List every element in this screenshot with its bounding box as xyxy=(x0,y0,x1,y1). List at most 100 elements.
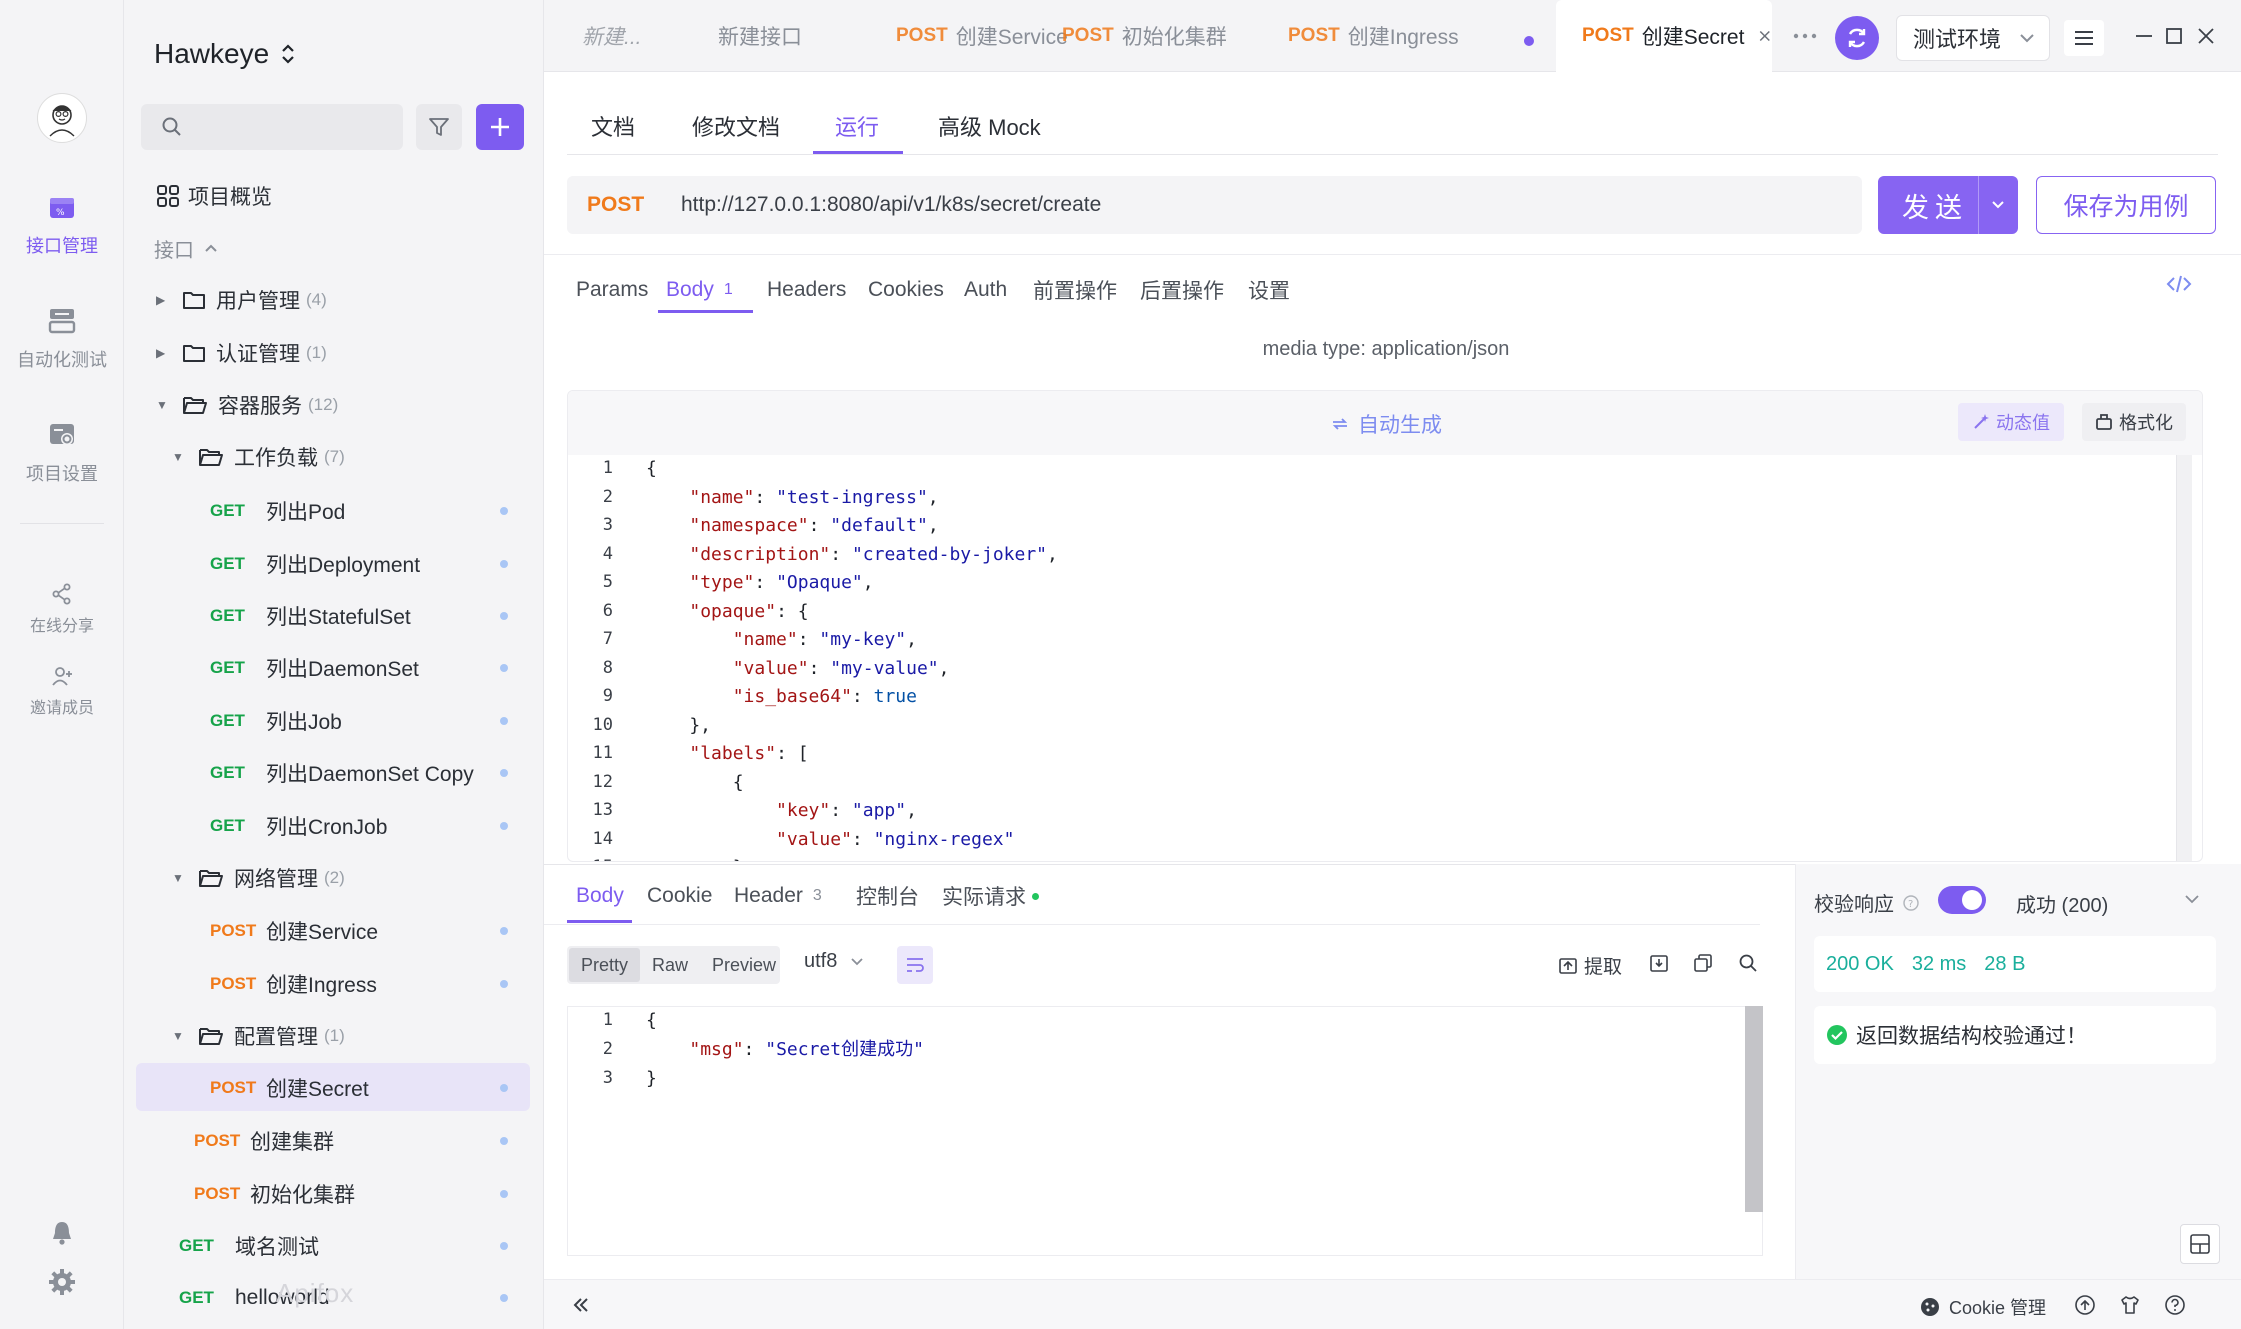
code-line[interactable]: 11 "labels": [ xyxy=(568,740,2202,767)
tab-new-api[interactable]: 新建接口 xyxy=(674,0,844,72)
resp-tab-body[interactable]: Body xyxy=(576,876,624,916)
tab-body[interactable]: Body 1 xyxy=(666,268,733,312)
code-line[interactable]: 2 "name": "test-ingress", xyxy=(568,484,2202,511)
nav-automation-test[interactable]: 自动化测试 xyxy=(0,306,124,372)
api-item-active[interactable]: POST 创建Secret xyxy=(210,1066,508,1110)
chevron-down-icon[interactable] xyxy=(2182,890,2202,908)
code-line[interactable]: 12 { xyxy=(568,769,2202,796)
tab-auth[interactable]: Auth xyxy=(964,268,1007,312)
resp-tab-header[interactable]: Header 3 xyxy=(734,876,822,916)
maximize-button[interactable] xyxy=(2160,22,2188,50)
code-line[interactable]: 15 } xyxy=(568,854,2202,861)
user-avatar[interactable] xyxy=(37,93,87,143)
bell-icon[interactable] xyxy=(50,1220,74,1246)
tab-advanced-mock[interactable]: 高级 Mock xyxy=(938,96,1041,156)
code-line[interactable]: 1{ xyxy=(568,1007,1762,1034)
tab-pre-operations[interactable]: 前置操作 xyxy=(1033,268,1117,312)
more-tabs-icon[interactable] xyxy=(1791,22,1819,50)
request-body-editor[interactable]: 自动生成 动态值 格式化 1{2 "name": "test-ingress",… xyxy=(567,390,2203,862)
format-button[interactable]: 格式化 xyxy=(2082,403,2186,441)
api-item[interactable]: POST 创建Service xyxy=(210,909,508,953)
code-line[interactable]: 13 "key": "app", xyxy=(568,797,2202,824)
window-close-button[interactable] xyxy=(2192,22,2220,50)
view-raw[interactable]: Raw xyxy=(640,948,700,982)
request-method[interactable]: POST xyxy=(587,193,681,217)
project-overview[interactable]: 项目概览 xyxy=(156,174,272,218)
code-view-icon[interactable] xyxy=(2166,272,2192,296)
resp-tab-console[interactable]: 控制台 xyxy=(856,876,919,916)
code-line[interactable]: 8 "value": "my-value", xyxy=(568,655,2202,682)
view-preview[interactable]: Preview xyxy=(700,948,788,982)
dynamic-value-button[interactable]: 动态值 xyxy=(1958,403,2064,441)
tab-docs[interactable]: 文档 xyxy=(591,96,635,156)
tab-init-cluster[interactable]: POST 初始化集群 xyxy=(1062,0,1268,72)
api-item[interactable]: GET 列出Pod xyxy=(210,489,508,533)
help-icon[interactable] xyxy=(2164,1294,2186,1316)
code-line[interactable]: 4 "description": "created-by-joker", xyxy=(568,541,2202,568)
folder-user-management[interactable]: ▶ 用户管理 (4) xyxy=(156,278,327,322)
code-line[interactable]: 6 "opaque": { xyxy=(568,598,2202,625)
request-url-bar[interactable]: POST http://127.0.0.1:8080/api/v1/k8s/se… xyxy=(567,176,1862,234)
gear-icon[interactable] xyxy=(48,1268,76,1296)
api-item[interactable]: GET 列出DaemonSet Copy xyxy=(210,751,508,795)
code-line[interactable]: 3} xyxy=(568,1065,1762,1092)
sync-button[interactable] xyxy=(1835,16,1879,60)
tab-params[interactable]: Params xyxy=(576,268,648,312)
auto-generate-button[interactable]: 自动生成 xyxy=(1330,409,1442,439)
tab-post-operations[interactable]: 后置操作 xyxy=(1140,268,1224,312)
layout-toggle-button[interactable] xyxy=(2180,1224,2220,1264)
help-icon[interactable]: ? xyxy=(1902,894,1920,912)
tab-create-ingress[interactable]: POST 创建Ingress xyxy=(1288,0,1488,72)
response-body-viewer[interactable]: 1{2 "msg": "Secret创建成功" 3} xyxy=(567,1006,1763,1256)
tab-new-draft[interactable]: 新建... xyxy=(544,0,674,72)
tab-run[interactable]: 运行 xyxy=(835,96,879,156)
code-line[interactable]: 10 }, xyxy=(568,712,2202,739)
save-as-case-button[interactable]: 保存为用例 xyxy=(2036,176,2216,234)
view-pretty[interactable]: Pretty xyxy=(569,948,641,982)
cookie-manager-button[interactable]: Cookie 管理 xyxy=(1919,1294,2046,1320)
folder-workload[interactable]: ▼ 工作负载 (7) xyxy=(172,435,345,479)
folder-auth-management[interactable]: ▶ 认证管理 (1) xyxy=(156,331,327,375)
code-line[interactable]: 9 "is_base64": true xyxy=(568,683,2202,710)
api-item[interactable]: GET 域名测试 xyxy=(179,1224,508,1268)
collapse-sidebar-icon[interactable] xyxy=(570,1294,592,1316)
copy-icon[interactable] xyxy=(1692,952,1714,974)
add-button[interactable] xyxy=(476,104,524,150)
minimize-button[interactable] xyxy=(2130,22,2158,50)
shirt-icon[interactable] xyxy=(2119,1294,2141,1316)
api-item[interactable]: POST 创建集群 xyxy=(194,1119,508,1163)
api-item[interactable]: POST 创建Ingress xyxy=(210,962,508,1006)
filter-button[interactable] xyxy=(416,104,462,150)
folder-network-management[interactable]: ▼ 网络管理 (2) xyxy=(172,856,345,900)
menu-button[interactable] xyxy=(2064,20,2104,56)
api-item[interactable]: GET 列出Deployment xyxy=(210,542,508,586)
chevron-down-icon[interactable] xyxy=(1988,194,2008,216)
search-icon[interactable] xyxy=(1737,952,1759,974)
tab-create-secret[interactable]: POST 创建Secret xyxy=(1556,0,1772,72)
project-switcher[interactable]: Hawkeye xyxy=(154,38,295,70)
code-line[interactable]: 5 "type": "Opaque", xyxy=(568,569,2202,596)
code-area[interactable]: 1{2 "name": "test-ingress", 3 "namespace"… xyxy=(568,455,2202,861)
upload-icon[interactable] xyxy=(2074,1294,2096,1316)
api-item[interactable]: GET 列出CronJob xyxy=(210,804,508,848)
folder-container-service[interactable]: ▼ 容器服务 (12) xyxy=(156,383,338,427)
validation-result-select[interactable]: 成功 (200) xyxy=(2016,889,2108,918)
tab-edit-docs[interactable]: 修改文档 xyxy=(692,96,780,156)
scrollbar[interactable] xyxy=(2176,455,2192,861)
extract-button[interactable]: 提取 xyxy=(1558,952,1622,979)
api-item[interactable]: POST 初始化集群 xyxy=(194,1172,508,1216)
word-wrap-button[interactable] xyxy=(897,946,933,984)
close-icon[interactable] xyxy=(1758,27,1772,45)
api-item[interactable]: GET 列出StatefulSet xyxy=(210,594,508,638)
code-line[interactable]: 7 "name": "my-key", xyxy=(568,626,2202,653)
nav-project-settings[interactable]: 项目设置 xyxy=(0,420,124,486)
environment-select[interactable]: 测试环境 xyxy=(1896,15,2050,61)
nav-online-share[interactable]: 在线分享 xyxy=(0,582,124,636)
scrollbar[interactable] xyxy=(1745,1006,1763,1212)
resp-tab-cookie[interactable]: Cookie xyxy=(647,876,712,916)
request-url-input[interactable]: http://127.0.0.1:8080/api/v1/k8s/secret/… xyxy=(681,193,1101,217)
code-line[interactable]: 1{ xyxy=(568,455,2202,482)
download-icon[interactable] xyxy=(1648,952,1670,974)
tab-create-service[interactable]: POST 创建Service xyxy=(844,0,1068,72)
encoding-select[interactable]: utf8 xyxy=(804,950,865,973)
